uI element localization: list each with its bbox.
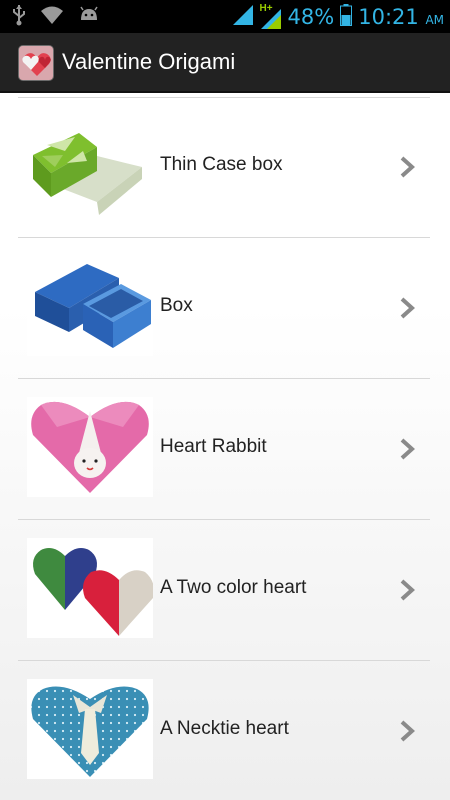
signal-icon	[232, 4, 254, 31]
chevron-right-icon	[400, 297, 415, 319]
pink-heart-rabbit-image	[27, 397, 153, 497]
two-color-heart-image	[27, 538, 153, 638]
battery-percent: 48%	[287, 5, 335, 29]
list-item-thin-case-box[interactable]: Thin Case box	[0, 97, 450, 238]
list-item-label: A Two color heart	[160, 577, 307, 598]
clock: 10:21 AM	[358, 5, 444, 29]
list-item-label: Box	[160, 295, 193, 316]
wifi-icon	[40, 5, 64, 30]
chevron-right-icon	[400, 156, 415, 178]
chevron-right-icon	[400, 438, 415, 460]
action-bar: Valentine Origami	[0, 33, 450, 93]
list-item-necktie-heart[interactable]: A Necktie heart	[0, 661, 450, 800]
signal-h-plus-icon: H+	[259, 3, 282, 30]
list-item-label: A Necktie heart	[160, 718, 289, 739]
chevron-right-icon	[400, 720, 415, 742]
android-icon	[78, 6, 100, 29]
app-icon[interactable]	[18, 45, 54, 81]
clock-ampm: AM	[425, 13, 444, 27]
list-item-two-color-heart[interactable]: A Two color heart	[0, 520, 450, 661]
list-item-heart-rabbit[interactable]: Heart Rabbit	[0, 379, 450, 520]
list-item-label: Heart Rabbit	[160, 436, 267, 457]
network-type-label: H+	[259, 3, 273, 14]
usb-icon	[12, 4, 26, 31]
list-item-label: Thin Case box	[160, 154, 283, 175]
app-title: Valentine Origami	[62, 49, 236, 74]
status-bar: H+ 48% 10:21 AM	[0, 0, 450, 33]
clock-time: 10:21	[358, 5, 419, 29]
necktie-heart-image	[27, 679, 153, 779]
green-box-image	[27, 127, 153, 227]
origami-list: Thin Case box Box Heart Rabbit A Two col…	[0, 95, 450, 800]
blue-box-image	[27, 256, 153, 356]
battery-icon	[340, 3, 353, 31]
list-item-box[interactable]: Box	[0, 238, 450, 379]
chevron-right-icon	[400, 579, 415, 601]
